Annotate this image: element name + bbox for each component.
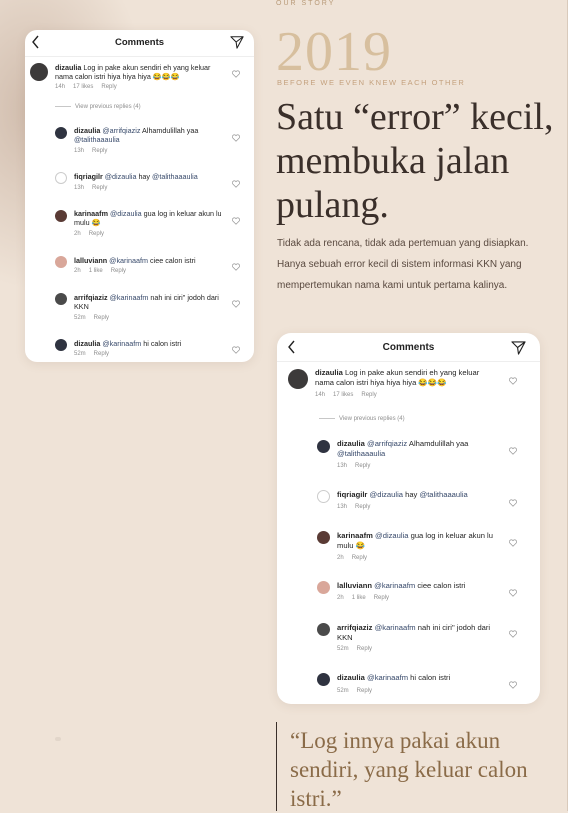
comment-text: lalluviann @karinaafm ciee calon istri	[74, 256, 196, 265]
heart-icon[interactable]	[509, 499, 517, 507]
comment-meta: 13h Reply	[74, 148, 108, 154]
story-quote: “Log innya pakai akun sendiri, yang kelu…	[290, 728, 528, 811]
heart-icon[interactable]	[232, 70, 240, 78]
avatar	[55, 172, 67, 184]
avatar	[55, 293, 67, 305]
heart-icon[interactable]	[509, 681, 517, 689]
avatar	[288, 369, 308, 389]
comments-header: Comments	[277, 333, 540, 362]
comment-text: arrifqiaziz @karinaafm nah ini ciri" jod…	[74, 293, 219, 311]
comment-meta: 2h 1 like Reply	[74, 268, 127, 274]
story-body: Tidak ada rencana, tidak ada pertemuan y…	[277, 238, 529, 291]
comment-meta: 13h Reply	[74, 185, 108, 191]
view-previous-replies[interactable]: View previous replies (4)	[319, 416, 405, 422]
heart-icon[interactable]	[232, 134, 240, 142]
send-icon[interactable]	[230, 35, 244, 49]
comment-meta: 52m Reply	[337, 646, 373, 652]
decorative-dot	[55, 737, 61, 741]
story-subkicker: BEFORE WE EVEN KNEW EACH OTHER	[277, 78, 466, 87]
heart-icon[interactable]	[509, 630, 517, 638]
comment-text: lalluviann @karinaafm ciee calon istri	[337, 581, 466, 590]
comment-meta: 2h Reply	[337, 555, 368, 561]
heart-icon[interactable]	[232, 300, 240, 308]
avatar	[55, 339, 67, 351]
heart-icon[interactable]	[509, 539, 517, 547]
avatar	[317, 673, 330, 686]
avatar	[55, 256, 67, 268]
comments-header: Comments	[25, 30, 254, 57]
avatar	[317, 581, 330, 594]
avatar	[30, 63, 48, 81]
send-icon[interactable]	[511, 340, 526, 355]
comment-text: dizaulia @arrifqiaziz Alhamdulillah yaa …	[74, 126, 199, 144]
comment-text: fiqriagilr @dizaulia hay @talithaaaulia	[74, 172, 198, 181]
story-year: 2019	[276, 21, 392, 83]
avatar	[317, 531, 330, 544]
heart-icon[interactable]	[232, 346, 240, 354]
story-headline: Satu “error” kecil, membuka jalan pulang…	[276, 96, 554, 226]
comments-screenshot-small: Comments dizaulia Log in pake akun sendi…	[25, 30, 254, 362]
comment-meta: 2h 1 like Reply	[337, 595, 390, 601]
quote-bar	[276, 722, 277, 811]
heart-icon[interactable]	[232, 263, 240, 271]
comment-meta: 2h Reply	[74, 231, 105, 237]
comment-meta: 52m Reply	[74, 315, 110, 321]
comment-meta: 14h 17 likes Reply	[55, 84, 117, 90]
comment-text: dizaulia @karinaafm hi calon istri	[337, 673, 451, 682]
comment-text: dizaulia Log in pake akun sendiri eh yan…	[55, 63, 211, 81]
comment-meta: 13h Reply	[337, 504, 371, 510]
avatar	[317, 623, 330, 636]
heart-icon[interactable]	[509, 377, 517, 385]
comments-title: Comments	[114, 37, 165, 48]
comment-meta: 13h Reply	[337, 463, 371, 469]
heart-icon[interactable]	[509, 447, 517, 455]
comments-screenshot-large: Comments dizaulia Log in pake akun sendi…	[277, 333, 540, 704]
comment-text: karinaafm @dizaulia gua log in keluar ak…	[74, 209, 222, 227]
avatar	[55, 127, 67, 139]
heart-icon[interactable]	[232, 180, 240, 188]
comment-meta: 52m Reply	[74, 351, 110, 357]
comment-text: karinaafm @dizaulia gua log in keluar ak…	[337, 531, 493, 550]
avatar	[317, 490, 330, 503]
comment-meta: 14h 17 likes Reply	[315, 392, 377, 398]
view-previous-replies[interactable]: View previous replies (4)	[55, 104, 141, 110]
comments-title: Comments	[382, 342, 435, 353]
comment-text: dizaulia Log in pake akun sendiri eh yan…	[315, 368, 480, 387]
comment-text: fiqriagilr @dizaulia hay @talithaaaulia	[337, 490, 468, 499]
comment-text: dizaulia @arrifqiaziz Alhamdulillah yaa …	[337, 439, 469, 458]
heart-icon[interactable]	[509, 589, 517, 597]
comment-text: arrifqiaziz @karinaafm nah ini ciri" jod…	[337, 623, 491, 642]
section-kicker: OUR STORY	[276, 0, 336, 7]
comment-meta: 52m Reply	[337, 688, 373, 694]
comment-text: dizaulia @karinaafm hi calon istri	[74, 339, 182, 348]
heart-icon[interactable]	[232, 217, 240, 225]
avatar	[317, 440, 330, 453]
avatar	[55, 210, 67, 222]
